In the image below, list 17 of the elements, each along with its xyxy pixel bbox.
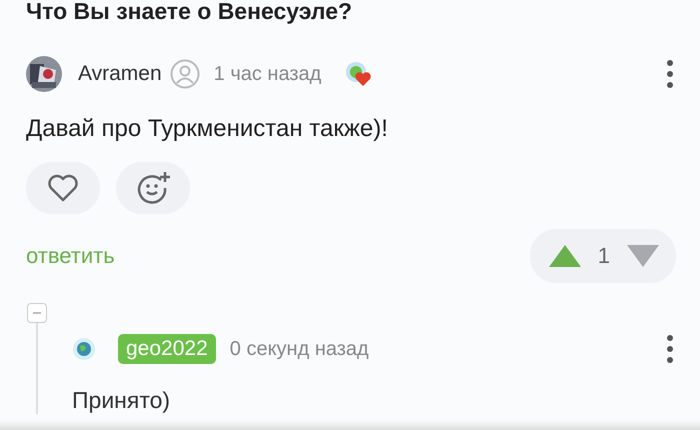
- user-icon: [170, 59, 200, 89]
- heart-badge-icon: [345, 60, 374, 88]
- comment-time: 1 час назад: [214, 62, 322, 86]
- author-name[interactable]: geo2022: [118, 334, 216, 364]
- smiley-plus-icon: [135, 170, 171, 206]
- globe-avatar-icon[interactable]: [72, 337, 96, 361]
- more-icon[interactable]: [666, 59, 674, 89]
- heart-icon: [47, 174, 79, 202]
- comment-time: 0 секунд назад: [230, 338, 369, 360]
- comment-text: Принято): [72, 387, 172, 414]
- author-name[interactable]: Avramen: [78, 62, 162, 86]
- comment-text: Давай про Туркменистан также)!: [26, 114, 389, 144]
- reply-link[interactable]: ответить: [26, 243, 115, 269]
- collapse-toggle[interactable]: [27, 303, 47, 323]
- more-icon[interactable]: [666, 334, 674, 364]
- vote-score: 1: [598, 243, 610, 269]
- article-title: Что Вы знаете о Венесуэле?: [26, 0, 354, 22]
